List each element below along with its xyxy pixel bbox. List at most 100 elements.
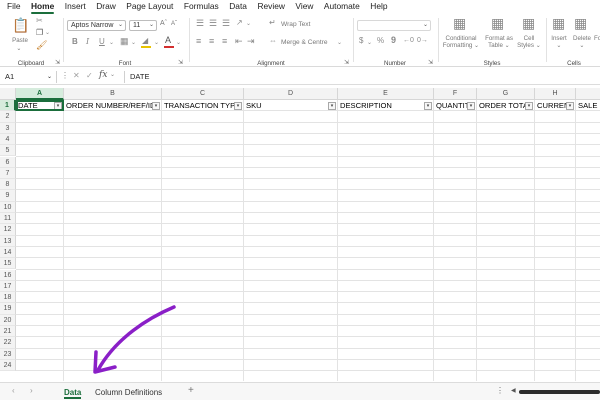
insert-cells-icon[interactable]: ▦ [552, 16, 565, 30]
row-header-12[interactable]: 12 [0, 224, 16, 236]
header-cell-f[interactable]: QUANTITY [434, 100, 467, 111]
scroll-tabs-right-icon[interactable]: › [30, 386, 33, 395]
row-header-16[interactable]: 16 [0, 269, 16, 281]
header-cell-e[interactable]: DESCRIPTION [338, 100, 424, 111]
header-cell-i[interactable]: SALE [576, 100, 600, 111]
align-bottom-icon[interactable]: ☰ [222, 19, 230, 28]
row-header-9[interactable]: 9 [0, 190, 16, 202]
conditional-formatting-button[interactable]: Conditional Formatting ⌄ [440, 35, 482, 49]
row-header-20[interactable]: 20 [0, 314, 16, 326]
filter-dropdown-icon[interactable]: ▾ [424, 102, 432, 110]
horizontal-scrollbar[interactable]: ◀ [511, 388, 600, 396]
filter-dropdown-icon[interactable]: ▾ [467, 102, 475, 110]
scroll-left-icon[interactable]: ◀ [511, 387, 516, 394]
header-cell-h[interactable]: CURRENCY [535, 100, 566, 111]
merge-dropdown-icon[interactable]: ⌄ [337, 40, 342, 46]
underline-button[interactable]: U [99, 38, 105, 46]
tab-page-layout[interactable]: Page Layout [126, 0, 173, 13]
cell-styles-icon[interactable]: ▦ [522, 16, 535, 30]
borders-icon[interactable]: ▦ [120, 37, 129, 46]
row-header-6[interactable]: 6 [0, 156, 16, 168]
format-as-table-icon[interactable]: ▦ [491, 16, 504, 30]
bold-button[interactable]: B [72, 38, 78, 46]
row-header-18[interactable]: 18 [0, 292, 16, 304]
fill-color-dropdown-icon[interactable]: ⌄ [154, 40, 159, 46]
paste-button-label[interactable]: Paste [8, 37, 32, 44]
italic-button[interactable]: I [86, 38, 89, 46]
format-painter-icon[interactable]: 🖌 [36, 41, 47, 50]
row-header-19[interactable]: 19 [0, 303, 16, 315]
header-cell-c[interactable]: TRANSACTION TYPE [162, 100, 234, 111]
row-header-5[interactable]: 5 [0, 145, 16, 157]
row-header-2[interactable]: 2 [0, 111, 16, 123]
tab-data[interactable]: Data [229, 0, 247, 13]
percent-button[interactable]: % [377, 37, 384, 45]
row-header-14[interactable]: 14 [0, 246, 16, 259]
tab-draw[interactable]: Draw [96, 0, 116, 13]
merge-center-icon[interactable]: ⇔ [269, 37, 277, 45]
borders-dropdown-icon[interactable]: ⌄ [131, 40, 136, 46]
row-header-23[interactable]: 23 [0, 348, 16, 360]
header-cell-a[interactable]: DATE [16, 100, 54, 111]
paste-dropdown-icon[interactable]: ⌄ [14, 45, 24, 52]
wrap-text-button[interactable]: Wrap Text [281, 21, 310, 28]
align-right-icon[interactable]: ≡ [222, 37, 227, 46]
row-header-7[interactable]: 7 [0, 167, 16, 180]
tab-help[interactable]: Help [370, 0, 387, 13]
orientation-icon[interactable]: ↗ [236, 19, 243, 27]
row-header-13[interactable]: 13 [0, 235, 16, 247]
font-color-dropdown-icon[interactable]: ⌄ [176, 40, 181, 46]
cut-icon[interactable]: ✂ [36, 17, 43, 25]
row-header-10[interactable]: 10 [0, 201, 16, 213]
decrease-font-size-icon[interactable]: Aˇ [171, 21, 177, 27]
row-header-17[interactable]: 17 [0, 280, 16, 293]
row-header-11[interactable]: 11 [0, 213, 16, 225]
header-cell-d[interactable]: SKU [244, 100, 328, 111]
scroll-tabs-left-icon[interactable]: ‹ [12, 386, 15, 395]
row-header-3[interactable]: 3 [0, 122, 16, 134]
filter-dropdown-icon[interactable]: ▾ [234, 102, 242, 110]
tab-review[interactable]: Review [257, 0, 284, 13]
font-color-icon[interactable]: A [165, 36, 171, 45]
tab-view[interactable]: View [295, 0, 313, 13]
column-header-d[interactable]: D [244, 88, 338, 100]
filter-dropdown-icon[interactable]: ▾ [328, 102, 336, 110]
worksheet-grid[interactable]: ABCDEFGHI1234567891011121314151617181920… [0, 88, 600, 381]
tab-file[interactable]: File [7, 0, 21, 13]
number-format-dropdown[interactable]: ⌄ [357, 20, 431, 31]
increase-indent-icon[interactable]: ⇥ [247, 37, 255, 46]
header-cell-b[interactable]: ORDER NUMBER/REF/ID [64, 100, 152, 111]
increase-decimal-icon[interactable]: ←0 [403, 37, 414, 44]
currency-button[interactable]: $ [359, 37, 363, 45]
alignment-launcher-icon[interactable]: ⇲ [344, 59, 349, 66]
clipboard-launcher-icon[interactable]: ⇲ [55, 59, 60, 66]
tab-home[interactable]: Home [31, 0, 55, 14]
align-middle-icon[interactable]: ☰ [209, 19, 217, 28]
row-header-21[interactable]: 21 [0, 326, 16, 338]
row-header-22[interactable]: 22 [0, 337, 16, 349]
column-header-b[interactable]: B [64, 88, 162, 100]
number-launcher-icon[interactable]: ⇲ [428, 59, 433, 66]
column-header-c[interactable]: C [162, 88, 244, 100]
cancel-icon[interactable]: ✕ [73, 71, 80, 80]
align-top-icon[interactable]: ☰ [196, 19, 204, 28]
sheet-tab-data[interactable]: Data [64, 386, 82, 399]
underline-dropdown-icon[interactable]: ⌄ [109, 40, 114, 46]
column-header-e[interactable]: E [338, 88, 434, 100]
align-center-icon[interactable]: ≡ [209, 37, 214, 46]
column-header-a[interactable]: A [16, 88, 64, 100]
conditional-formatting-icon[interactable]: ▦ [453, 16, 466, 30]
format-cells-button[interactable]: Fo [594, 35, 600, 42]
enter-icon[interactable]: ✓ [86, 71, 93, 80]
sheet-tab-column-definitions[interactable]: Column Definitions [95, 386, 162, 399]
add-sheet-button[interactable]: + [188, 385, 194, 396]
insert-cells-button[interactable]: Insert ⌄ [548, 35, 570, 49]
scrollbar-thumb[interactable] [519, 390, 600, 394]
tab-insert[interactable]: Insert [65, 0, 86, 13]
filter-dropdown-icon[interactable]: ▾ [152, 102, 160, 110]
font-name-dropdown[interactable]: Aptos Narrow ⌄ [67, 20, 126, 31]
increase-font-size-icon[interactable]: Aˆ [160, 20, 167, 27]
chevron-down-icon[interactable]: ⌄ [110, 71, 115, 78]
merge-center-button[interactable]: Merge & Centre [281, 39, 328, 46]
row-header-4[interactable]: 4 [0, 133, 16, 146]
